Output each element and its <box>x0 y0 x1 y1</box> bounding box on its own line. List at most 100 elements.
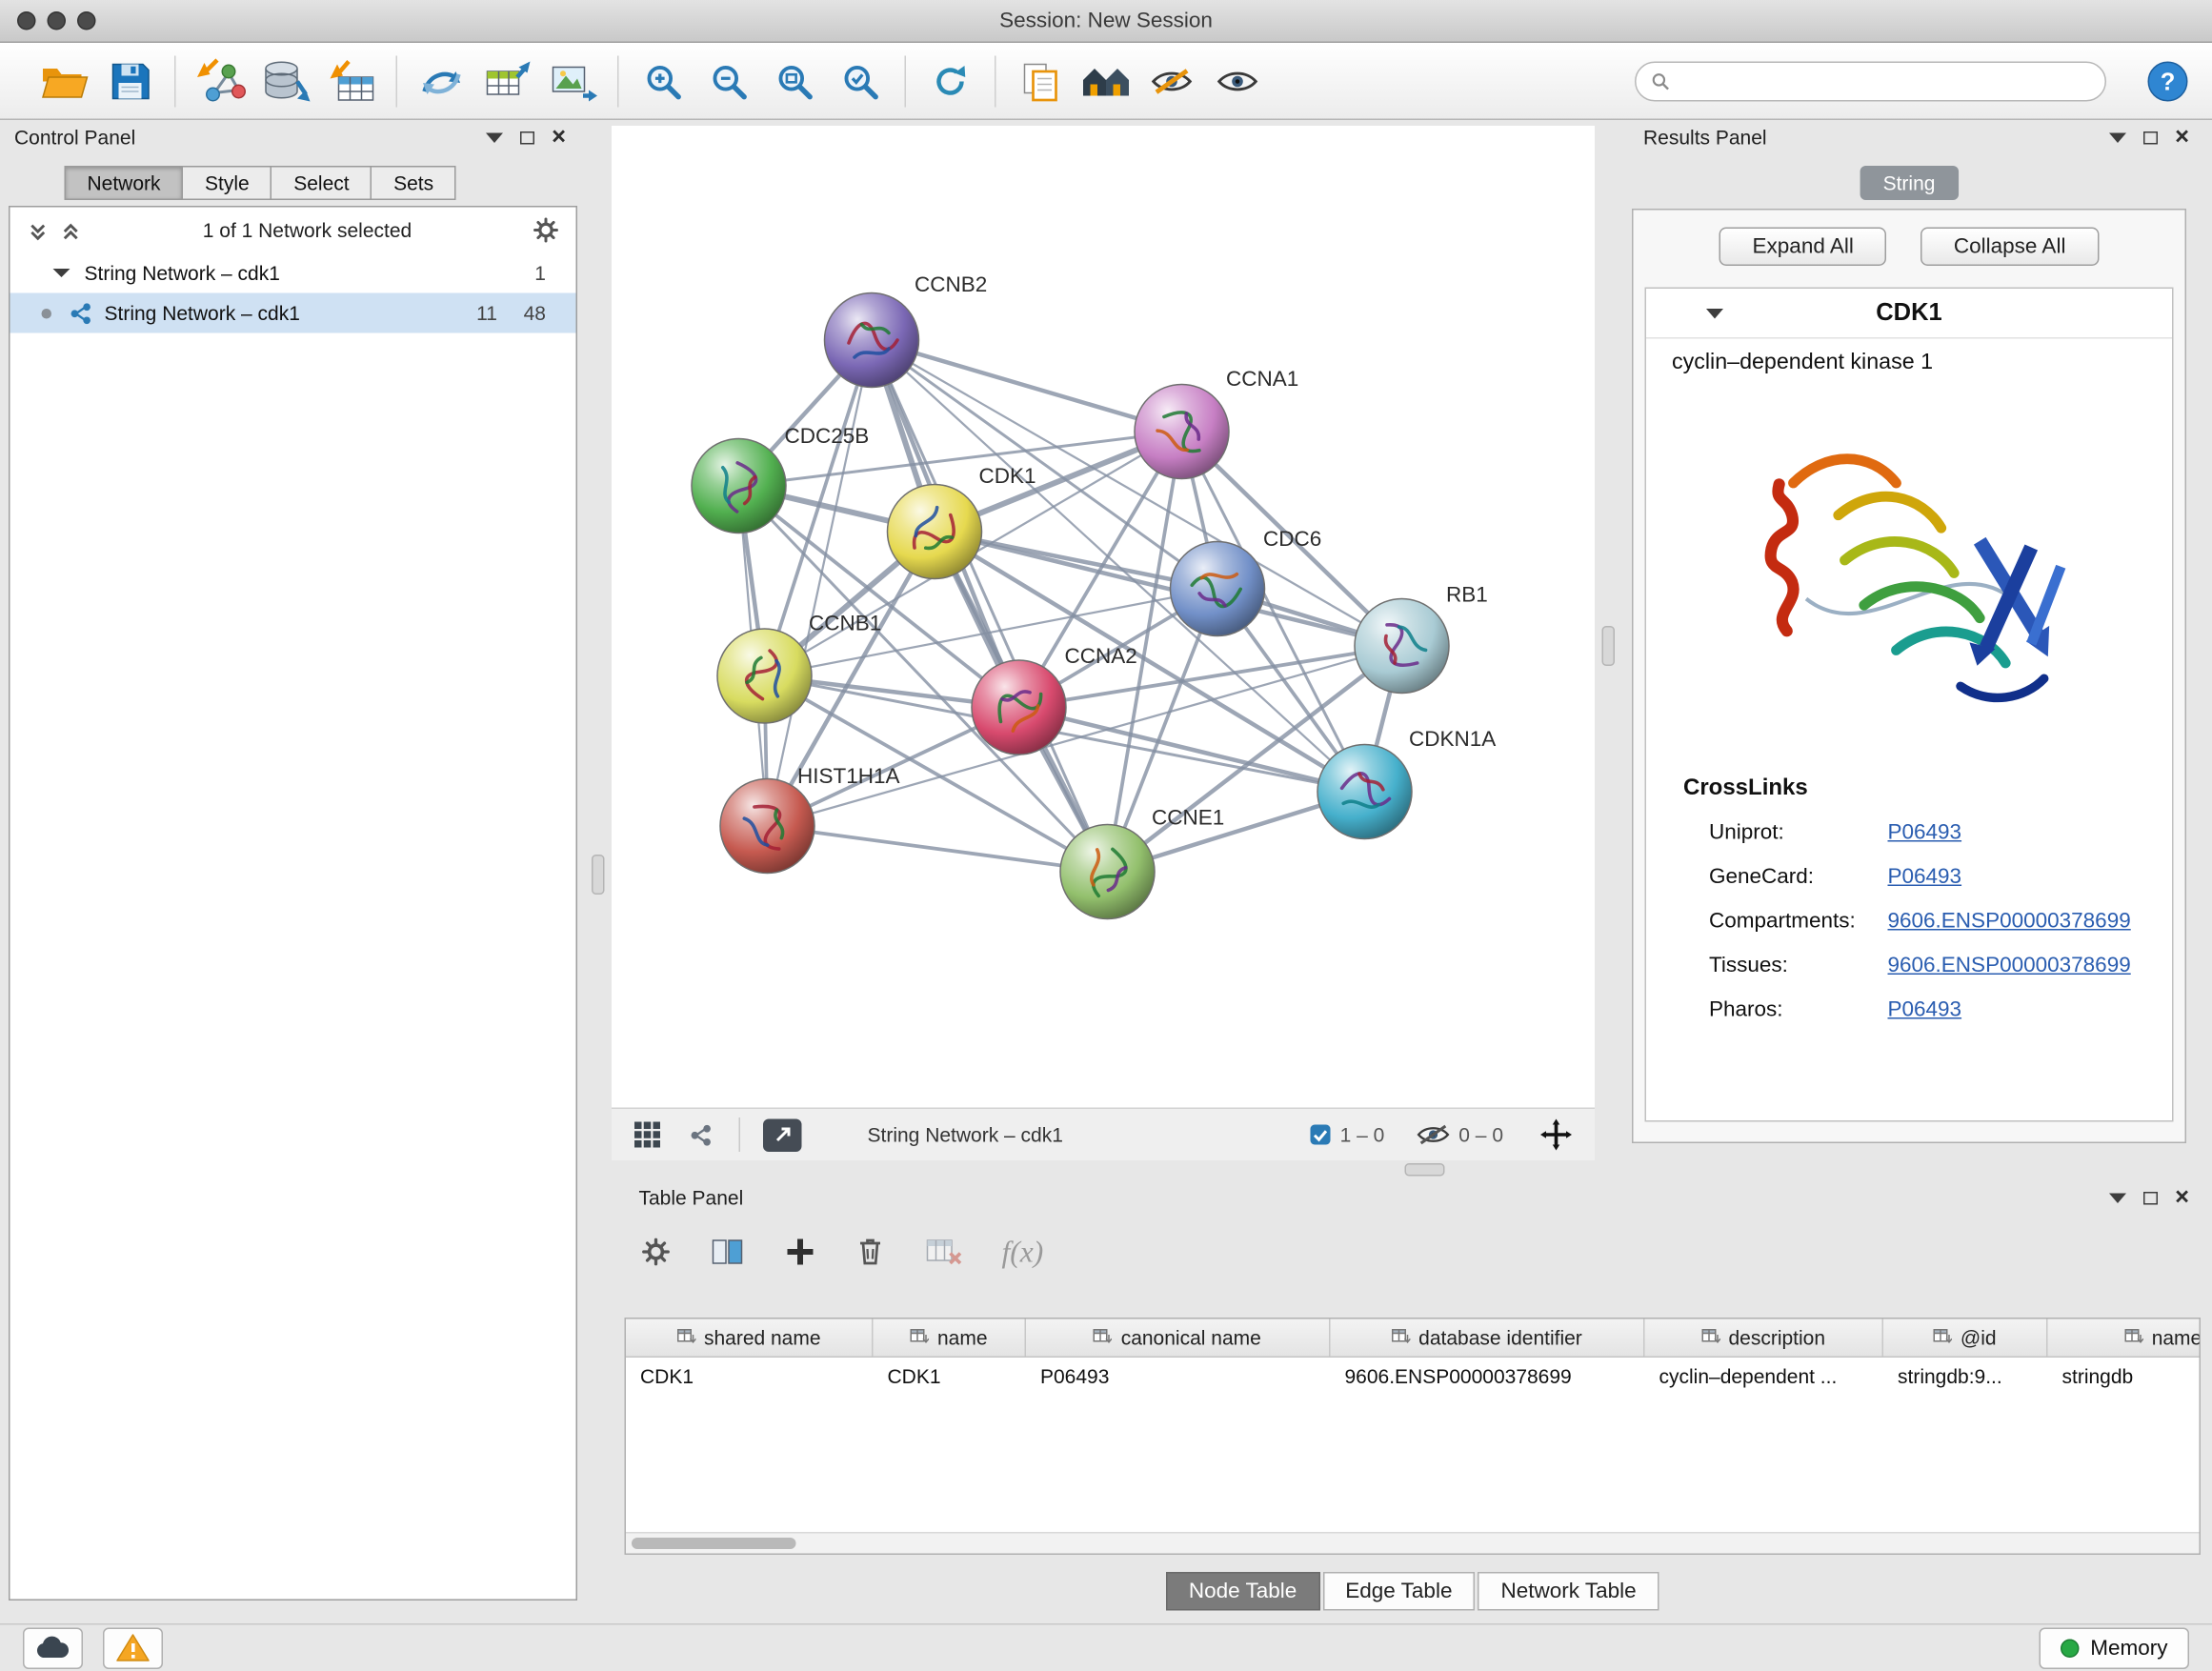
node-RB1[interactable] <box>1355 599 1449 694</box>
crosslink-genecard[interactable]: P06493 <box>1888 865 1962 890</box>
maximize-window-button[interactable] <box>77 11 96 30</box>
column-header-databaseidentifier[interactable]: database identifier <box>1331 1319 1645 1357</box>
crosslink-uniprot[interactable]: P06493 <box>1888 820 1962 845</box>
tab-style[interactable]: Style <box>182 166 272 200</box>
column-header-description[interactable]: description <box>1645 1319 1884 1357</box>
export-table-button[interactable] <box>474 48 540 113</box>
table-cell[interactable]: 9606.ENSP00000378699 <box>1331 1358 1645 1395</box>
node-CDK1[interactable] <box>888 485 982 579</box>
panel-float-icon[interactable] <box>2143 131 2158 144</box>
selected-checkbox-icon[interactable] <box>1309 1123 1332 1146</box>
refresh-network-button[interactable] <box>917 48 983 113</box>
node-HIST1H1A[interactable] <box>720 779 814 874</box>
expand-all-button[interactable]: Expand All <box>1719 228 1886 267</box>
edge-RB1-HIST1H1A[interactable] <box>768 646 1402 826</box>
help-button[interactable]: ? <box>2146 60 2189 111</box>
column-header-canonicalname[interactable]: canonical name <box>1026 1319 1331 1357</box>
toolbar-search[interactable] <box>1635 62 2106 102</box>
scrollbar-thumb[interactable] <box>632 1537 796 1548</box>
table-cell[interactable]: P06493 <box>1026 1358 1331 1395</box>
node-CCNB1[interactable] <box>717 629 812 723</box>
panel-float-icon[interactable] <box>520 131 534 144</box>
column-header-id[interactable]: @id <box>1883 1319 2048 1357</box>
node-CDC25B[interactable] <box>692 439 786 534</box>
expand-all-icon[interactable] <box>60 219 82 241</box>
panel-close-icon[interactable]: × <box>552 129 566 146</box>
node-CCNE1[interactable] <box>1060 825 1155 919</box>
import-network-database-button[interactable] <box>253 48 319 113</box>
column-header-namespace[interactable]: namespace <box>2048 1319 2202 1357</box>
column-header-sharedname[interactable]: shared name <box>626 1319 874 1357</box>
zoom-fit-button[interactable] <box>762 48 828 113</box>
export-image-button[interactable] <box>540 48 606 113</box>
tab-network-table[interactable]: Network Table <box>1478 1572 1659 1611</box>
graph-icon[interactable] <box>689 1122 714 1147</box>
node-CCNB2[interactable] <box>825 293 919 388</box>
edge-CCNB2-CCNA1[interactable] <box>872 340 1182 432</box>
network-row-selected[interactable]: String Network – cdk1 11 48 <box>10 293 576 333</box>
table-cell[interactable]: stringdb:9... <box>1883 1358 2048 1395</box>
hide-selected-button[interactable] <box>1139 48 1205 113</box>
close-window-button[interactable] <box>17 11 36 30</box>
import-table-file-button[interactable] <box>319 48 385 113</box>
edge-CCNB2-HIST1H1A[interactable] <box>768 340 873 826</box>
node-CDKN1A[interactable] <box>1317 745 1412 839</box>
search-input[interactable] <box>1679 69 2105 94</box>
open-in-window-button[interactable] <box>763 1118 802 1152</box>
panel-close-icon[interactable]: × <box>2175 129 2189 146</box>
node-CDC6[interactable] <box>1171 542 1265 636</box>
minimize-window-button[interactable] <box>48 11 67 30</box>
show-neighborhood-button[interactable] <box>1074 48 1139 113</box>
show-all-button[interactable] <box>1205 48 1271 113</box>
duplicate-document-button[interactable] <box>1008 48 1074 113</box>
network-canvas[interactable]: CCNB2CCNA1CDC25BCDK1CDC6RB1CCNB1CCNA2CDK… <box>612 126 1595 1108</box>
tab-network[interactable]: Network <box>65 166 184 200</box>
tab-select[interactable]: Select <box>271 166 372 200</box>
tab-sets[interactable]: Sets <box>371 166 456 200</box>
pan-crosshair-icon[interactable] <box>1540 1119 1572 1151</box>
cloud-button[interactable] <box>23 1627 83 1669</box>
panel-menu-icon[interactable] <box>2109 1193 2126 1203</box>
show-columns-icon[interactable] <box>711 1237 745 1268</box>
table-row[interactable]: CDK1CDK1P064939606.ENSP00000378699cyclin… <box>626 1358 2200 1395</box>
section-disclosure-icon[interactable] <box>1706 308 1723 318</box>
import-network-file-button[interactable] <box>188 48 253 113</box>
zoom-out-button[interactable] <box>696 48 762 113</box>
panel-menu-icon[interactable] <box>486 132 503 143</box>
zoom-selected-button[interactable] <box>828 48 894 113</box>
table-cell[interactable]: stringdb <box>2048 1358 2202 1395</box>
left-splitter-handle[interactable] <box>592 855 605 895</box>
tab-string[interactable]: String <box>1860 166 1959 200</box>
tab-edge-table[interactable]: Edge Table <box>1322 1572 1475 1611</box>
node-CCNA2[interactable] <box>972 660 1066 755</box>
zoom-in-button[interactable] <box>631 48 696 113</box>
horizontal-scrollbar[interactable] <box>626 1532 2200 1554</box>
collection-disclosure-icon[interactable] <box>53 269 70 277</box>
collapse-all-button[interactable]: Collapse All <box>1920 228 2099 267</box>
clone-network-button[interactable] <box>409 48 474 113</box>
network-collection-row[interactable]: String Network – cdk1 1 <box>10 253 576 293</box>
panel-float-icon[interactable] <box>2143 1191 2158 1204</box>
open-session-button[interactable] <box>31 48 97 113</box>
crosslink-tissues[interactable]: 9606.ENSP00000378699 <box>1888 954 2131 978</box>
collapse-all-icon[interactable] <box>28 219 50 241</box>
tab-node-table[interactable]: Node Table <box>1166 1572 1319 1611</box>
crosslink-pharos[interactable]: P06493 <box>1888 997 1962 1022</box>
gene-section-header[interactable]: CDK1 <box>1646 289 2172 339</box>
crosslink-compartments[interactable]: 9606.ENSP00000378699 <box>1888 909 2131 934</box>
edge-HIST1H1A-CCNE1[interactable] <box>768 826 1108 872</box>
save-session-button[interactable] <box>97 48 163 113</box>
table-cell[interactable]: CDK1 <box>626 1358 874 1395</box>
delete-column-trash-icon[interactable] <box>856 1237 885 1268</box>
memory-button[interactable]: Memory <box>2039 1627 2189 1669</box>
panel-close-icon[interactable]: × <box>2175 1189 2189 1206</box>
function-builder-icon[interactable]: f(x) <box>1002 1234 1044 1270</box>
column-header-name[interactable]: name <box>874 1319 1027 1357</box>
gear-icon[interactable] <box>533 217 559 243</box>
edge-CCNB2-CCNE1[interactable] <box>872 340 1108 872</box>
warnings-button[interactable] <box>103 1627 163 1669</box>
panel-menu-icon[interactable] <box>2109 132 2126 143</box>
table-cell[interactable]: cyclin–dependent ... <box>1645 1358 1884 1395</box>
table-settings-gear-icon[interactable] <box>642 1238 671 1266</box>
table-cell[interactable]: CDK1 <box>874 1358 1027 1395</box>
